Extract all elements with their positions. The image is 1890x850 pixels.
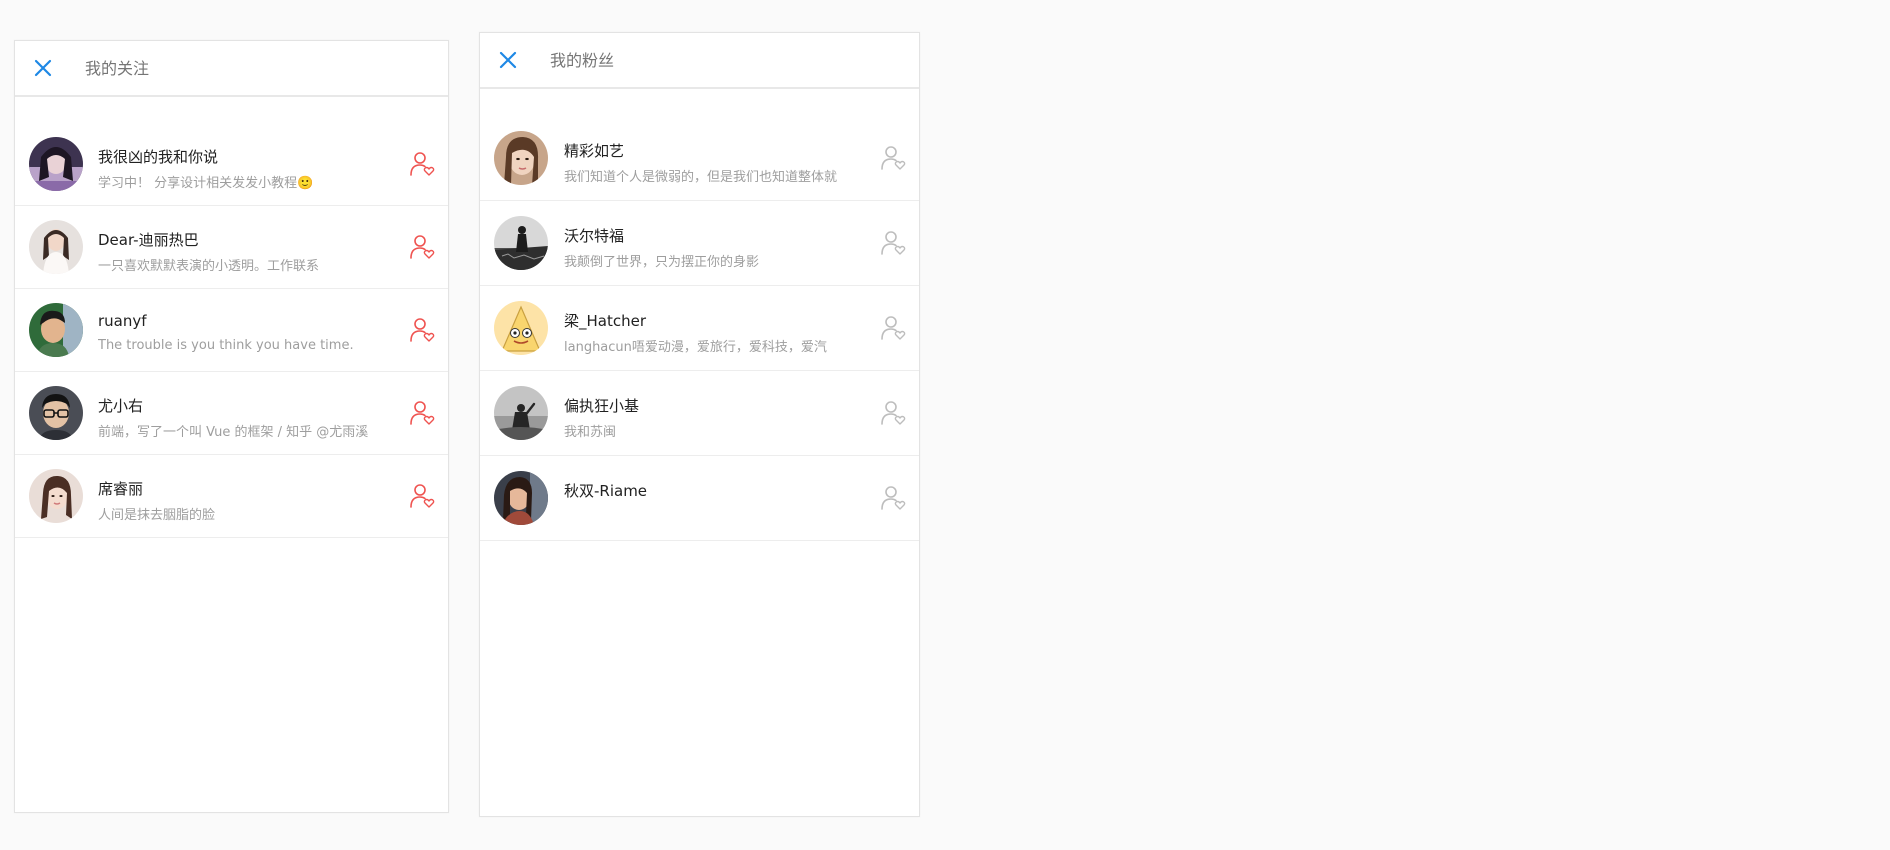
user-name[interactable]: 梁_Hatcher bbox=[564, 310, 646, 331]
avatar[interactable] bbox=[494, 131, 548, 185]
user-name[interactable]: 我很凶的我和你说 bbox=[98, 146, 218, 167]
avatar[interactable] bbox=[494, 216, 548, 270]
user-heart-icon bbox=[881, 316, 906, 340]
following-panel: 我的关注 我很凶的我和你说 学习中！ 分享设计相关发发小教程🙂 Dear-迪丽热… bbox=[14, 40, 449, 813]
user-heart-icon bbox=[410, 152, 435, 176]
user-heart-icon bbox=[410, 235, 435, 259]
user-name[interactable]: 沃尔特福 bbox=[564, 225, 624, 246]
avatar[interactable] bbox=[29, 220, 83, 274]
following-panel-header: 我的关注 bbox=[15, 41, 448, 97]
user-description: 我们知道个人是微弱的，但是我们也知道整体就 bbox=[564, 170, 838, 185]
user-heart-icon bbox=[410, 401, 435, 425]
list-item[interactable]: Dear-迪丽热巴 一只喜欢默默表演的小透明。工作联系 bbox=[15, 206, 448, 289]
list-item[interactable]: 精彩如艺 我们知道个人是微弱的，但是我们也知道整体就 bbox=[480, 116, 919, 201]
list-item[interactable]: ruanyf The trouble is you think you have… bbox=[15, 289, 448, 372]
user-description: langhacun唔爱动漫，爱旅行，爱科技，爱汽 bbox=[564, 340, 827, 355]
user-heart-icon bbox=[881, 486, 906, 510]
user-description: 人间是抹去胭脂的脸 bbox=[98, 508, 216, 523]
fans-list: 精彩如艺 我们知道个人是微弱的，但是我们也知道整体就 沃尔特福 我颠倒了世界，只… bbox=[480, 116, 919, 541]
close-icon bbox=[34, 59, 52, 77]
user-name[interactable]: 秋双-Riame bbox=[564, 480, 647, 501]
user-name[interactable]: 尤小右 bbox=[98, 395, 143, 416]
user-name[interactable]: 席睿丽 bbox=[98, 478, 143, 499]
user-heart-icon bbox=[881, 401, 906, 425]
follow-back-button[interactable] bbox=[879, 484, 907, 512]
avatar[interactable] bbox=[494, 386, 548, 440]
list-item[interactable]: 秋双-Riame bbox=[480, 456, 919, 541]
follow-button[interactable] bbox=[408, 150, 436, 178]
user-description: 学习中！ 分享设计相关发发小教程🙂 bbox=[98, 176, 314, 191]
user-description: 我颠倒了世界，只为摆正你的身影 bbox=[564, 255, 760, 270]
list-item[interactable]: 梁_Hatcher langhacun唔爱动漫，爱旅行，爱科技，爱汽 bbox=[480, 286, 919, 371]
fans-panel: 我的粉丝 精彩如艺 我们知道个人是微弱的，但是我们也知道整体就 沃尔特福 我颠倒… bbox=[479, 32, 920, 817]
user-name[interactable]: 偏执狂小基 bbox=[564, 395, 639, 416]
page-title: 我的粉丝 bbox=[550, 51, 615, 70]
user-name[interactable]: Dear-迪丽热巴 bbox=[98, 229, 199, 250]
following-list: 我很凶的我和你说 学习中！ 分享设计相关发发小教程🙂 Dear-迪丽热巴 一只喜… bbox=[15, 123, 448, 538]
close-button[interactable] bbox=[496, 48, 520, 72]
page-title: 我的关注 bbox=[85, 59, 150, 78]
list-item[interactable]: 我很凶的我和你说 学习中！ 分享设计相关发发小教程🙂 bbox=[15, 123, 448, 206]
follow-button[interactable] bbox=[408, 399, 436, 427]
list-item[interactable]: 尤小右 前端，写了一个叫 Vue 的框架 / 知乎 @尤雨溪 bbox=[15, 372, 448, 455]
list-item[interactable]: 席睿丽 人间是抹去胭脂的脸 bbox=[15, 455, 448, 538]
user-description: 前端，写了一个叫 Vue 的框架 / 知乎 @尤雨溪 bbox=[98, 425, 369, 440]
close-button[interactable] bbox=[31, 56, 55, 80]
close-icon bbox=[499, 51, 517, 69]
avatar[interactable] bbox=[29, 469, 83, 523]
avatar[interactable] bbox=[494, 471, 548, 525]
user-description: 我和苏闽 bbox=[564, 425, 617, 440]
user-name[interactable]: 精彩如艺 bbox=[564, 140, 624, 161]
follow-button[interactable] bbox=[408, 482, 436, 510]
user-heart-icon bbox=[410, 318, 435, 342]
follow-back-button[interactable] bbox=[879, 229, 907, 257]
follow-back-button[interactable] bbox=[879, 314, 907, 342]
user-description: 一只喜欢默默表演的小透明。工作联系 bbox=[98, 259, 320, 274]
follow-button[interactable] bbox=[408, 316, 436, 344]
follow-back-button[interactable] bbox=[879, 144, 907, 172]
follow-back-button[interactable] bbox=[879, 399, 907, 427]
fans-panel-header: 我的粉丝 bbox=[480, 33, 919, 89]
user-heart-icon bbox=[881, 231, 906, 255]
list-item[interactable]: 沃尔特福 我颠倒了世界，只为摆正你的身影 bbox=[480, 201, 919, 286]
list-item[interactable]: 偏执狂小基 我和苏闽 bbox=[480, 371, 919, 456]
user-heart-icon bbox=[410, 484, 435, 508]
avatar[interactable] bbox=[494, 301, 548, 355]
user-description: The trouble is you think you have time. bbox=[98, 338, 354, 353]
user-heart-icon bbox=[881, 146, 906, 170]
user-name[interactable]: ruanyf bbox=[98, 312, 147, 330]
avatar[interactable] bbox=[29, 386, 83, 440]
follow-button[interactable] bbox=[408, 233, 436, 261]
avatar[interactable] bbox=[29, 303, 83, 357]
avatar[interactable] bbox=[29, 137, 83, 191]
